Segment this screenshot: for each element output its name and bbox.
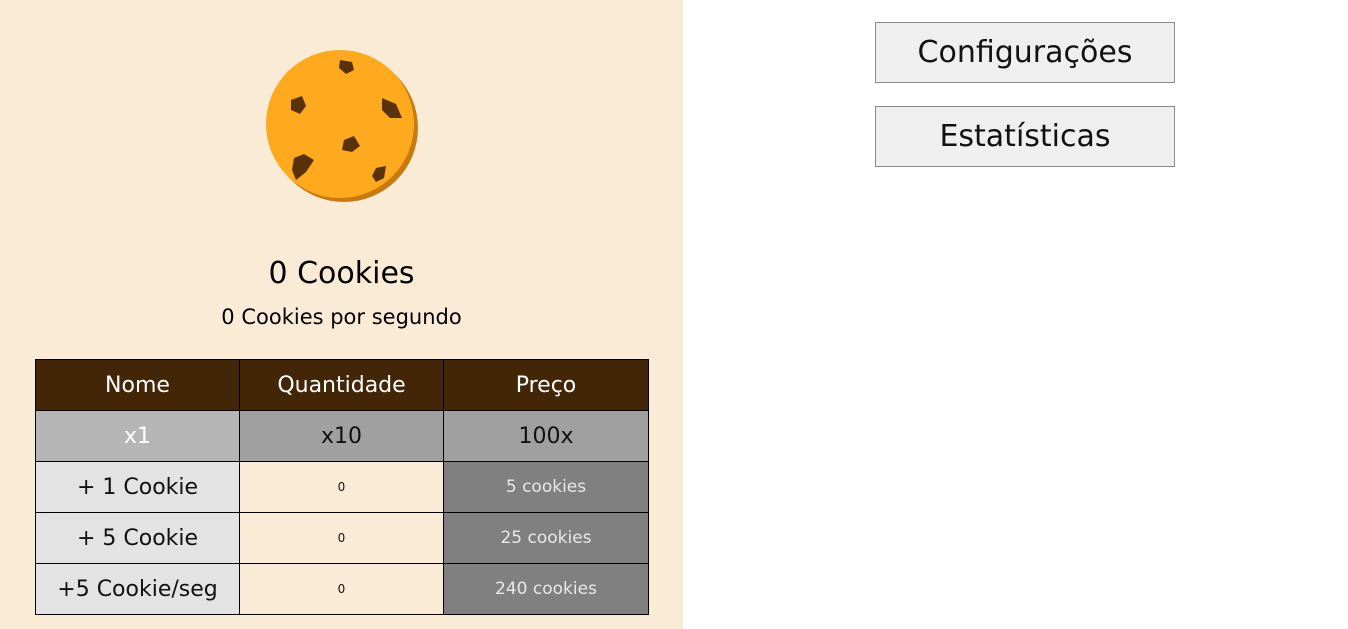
item-name: + 5 Cookie	[35, 512, 240, 564]
multiplier-row: x1 x10 100x	[35, 410, 649, 462]
shop-header-row: Nome Quantidade Preço	[35, 359, 649, 411]
cookies-per-second: 0 Cookies por segundo	[221, 305, 462, 329]
buy-button[interactable]: 5 cookies	[443, 461, 649, 513]
buy-button[interactable]: 240 cookies	[443, 563, 649, 615]
header-name: Nome	[35, 359, 240, 411]
shop-table: Nome Quantidade Preço x1 x10 100x + 1 Co…	[35, 359, 649, 615]
game-panel: 0 Cookies 0 Cookies por segundo Nome Qua…	[0, 0, 683, 629]
multiplier-x100-button[interactable]: 100x	[443, 410, 649, 462]
multiplier-x10-button[interactable]: x10	[239, 410, 444, 462]
item-name: + 1 Cookie	[35, 461, 240, 513]
settings-button[interactable]: Configurações	[875, 22, 1175, 83]
cookie-button[interactable]	[264, 48, 420, 204]
statistics-button[interactable]: Estatísticas	[875, 106, 1175, 167]
multiplier-x1-button[interactable]: x1	[35, 410, 240, 462]
cookie-count: 0 Cookies	[268, 256, 415, 291]
item-quantity: 0	[239, 563, 444, 615]
item-quantity: 0	[239, 461, 444, 513]
header-quantity: Quantidade	[239, 359, 444, 411]
shop-item-row: + 1 Cookie 0 5 cookies	[35, 461, 649, 513]
shop-item-row: +5 Cookie/seg 0 240 cookies	[35, 563, 649, 615]
shop-item-row: + 5 Cookie 0 25 cookies	[35, 512, 649, 564]
cookie-icon	[266, 50, 418, 202]
item-name: +5 Cookie/seg	[35, 563, 240, 615]
buy-button[interactable]: 25 cookies	[443, 512, 649, 564]
header-price: Preço	[443, 359, 649, 411]
item-quantity: 0	[239, 512, 444, 564]
